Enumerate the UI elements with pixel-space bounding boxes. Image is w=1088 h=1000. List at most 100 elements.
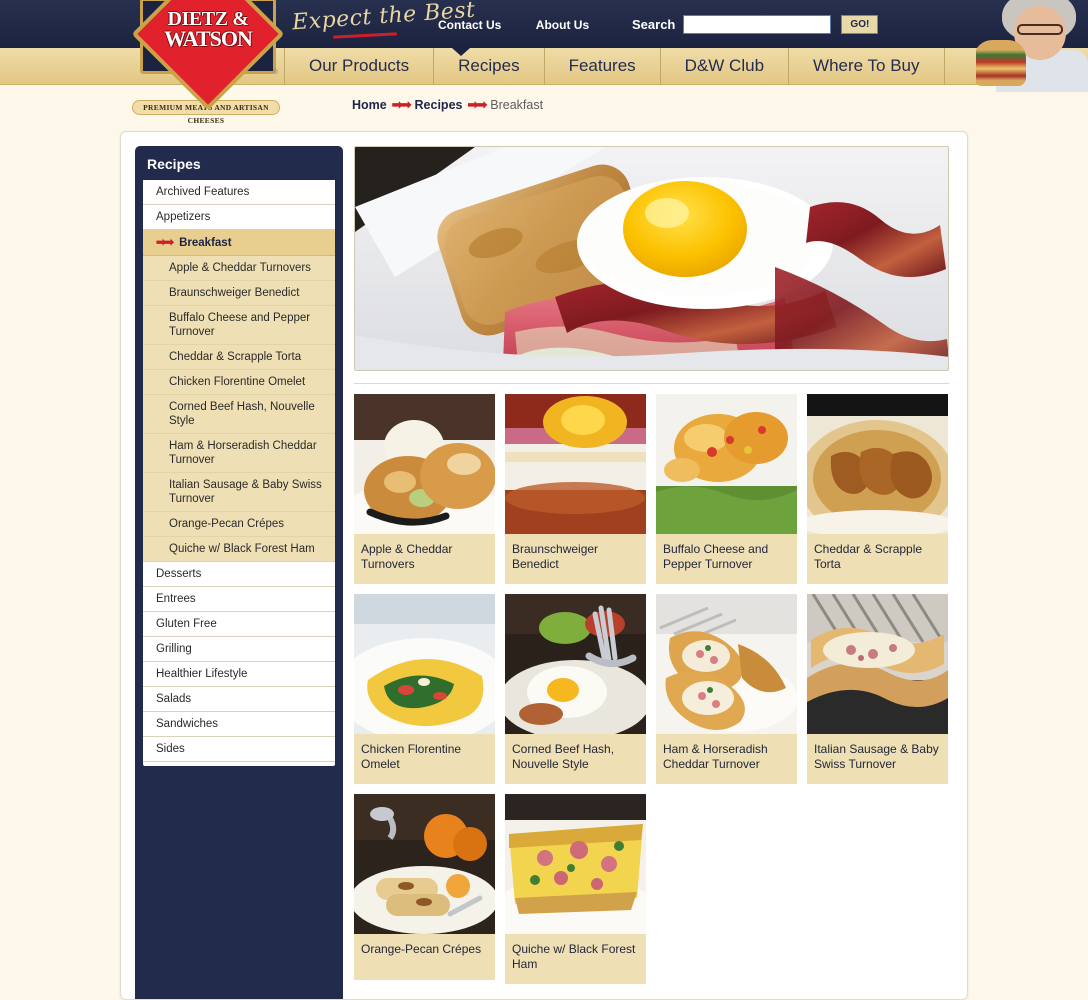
dietz-watson-logo[interactable]: DIETZ & WATSON ® <box>131 0 285 111</box>
tagline-underline-stroke <box>332 32 398 39</box>
nav-item-recipes[interactable]: Recipes <box>434 48 545 85</box>
recipe-card-title: Ham & Horseradish Cheddar Turnover <box>663 742 768 771</box>
main-column: Apple & Cheddar Turnovers Braunschweiger … <box>354 146 949 984</box>
recipe-card-title: Buffalo Cheese and Pepper Turnover <box>663 542 769 571</box>
sidebar-item-label: Salads <box>156 693 192 705</box>
recipe-thumbnail-chicken-florentine-omelet-with-spinach[interactable] <box>354 594 495 734</box>
sidebar-subitem-buffalo-cheese-and-pepper-turnover[interactable]: Buffalo Cheese and Pepper Turnover <box>143 306 335 345</box>
nav-item-our-products[interactable]: Our Products <box>284 48 435 85</box>
section-divider <box>354 383 949 384</box>
sidebar-item-label: Gluten Free <box>156 618 217 630</box>
active-tab-pointer-icon <box>452 48 470 56</box>
sidebar-item-breakfast[interactable]: ➡➡ Breakfast <box>143 230 335 256</box>
hero-image <box>354 146 949 371</box>
recipe-card-grid: Apple & Cheddar Turnovers Braunschweiger … <box>354 394 949 984</box>
registered-trademark-icon: ® <box>272 69 278 76</box>
nav-item-features[interactable]: Features <box>545 48 661 85</box>
nav-item-where-to-buy[interactable]: Where To Buy <box>789 48 945 85</box>
sidebar-item-label: Breakfast <box>179 237 232 249</box>
search-label: Search <box>632 17 676 32</box>
sidebar-item-archived-features[interactable]: Archived Features <box>143 180 335 205</box>
recipe-card-orange-pecan-cr-pes[interactable]: Orange-Pecan Crépes <box>354 794 495 980</box>
recipe-thumbnail-italian-sausage-baby-swiss-turnover[interactable] <box>807 594 948 734</box>
breadcrumb-current: Breakfast <box>490 98 544 112</box>
recipe-thumbnail-ham-horseradish-cheddar-turnovers[interactable] <box>656 594 797 734</box>
recipe-thumbnail-quiche-with-black-forest-ham-slice[interactable] <box>505 794 646 934</box>
sidebar-subitem-apple-cheddar-turnovers[interactable]: Apple & Cheddar Turnovers <box>143 256 335 281</box>
recipe-card-buffalo-cheese-and-pepper-turnover[interactable]: Buffalo Cheese and Pepper Turnover <box>656 394 797 584</box>
sidebar-subitem-orange-pecan-cr-pes[interactable]: Orange-Pecan Crépes <box>143 512 335 537</box>
sidebar-item-label: Appetizers <box>156 211 211 223</box>
sidebar-item-label: Entrees <box>156 593 196 605</box>
sidebar-item-grilling[interactable]: Grilling <box>143 637 335 662</box>
sidebar-subitem-ham-horseradish-cheddar-turnover[interactable]: Ham & Horseradish Cheddar Turnover <box>143 434 335 473</box>
spokeswoman-photo <box>976 0 1088 92</box>
recipe-card-braunschweiger-benedict[interactable]: Braunschweiger Benedict <box>505 394 646 584</box>
sidebar-title: Recipes <box>147 156 201 172</box>
recipe-card-title: Quiche w/ Black Forest Ham <box>512 942 636 971</box>
sidebar-item-label: Grilling <box>156 643 192 655</box>
nav-item-dw-club[interactable]: D&W Club <box>661 48 790 85</box>
sidebar-item-gluten-free[interactable]: Gluten Free <box>143 612 335 637</box>
sandwich-shape <box>976 40 1026 86</box>
active-arrow-icon: ➡➡ <box>156 235 174 249</box>
sidebar-nav-list: Archived Features Appetizers ➡➡ Breakfast Ap… <box>143 180 335 766</box>
recipe-card-quiche-w-black-forest-ham[interactable]: Quiche w/ Black Forest Ham <box>505 794 646 984</box>
sidebar-item-label: Sandwiches <box>156 718 219 730</box>
breadcrumb: Home ➡➡ Recipes ➡➡ Breakfast <box>352 97 543 113</box>
recipe-card-title: Apple & Cheddar Turnovers <box>361 542 453 571</box>
recipe-card-corned-beef-hash-nouvelle-style[interactable]: Corned Beef Hash, Nouvelle Style <box>505 594 646 784</box>
recipe-card-ham-horseradish-cheddar-turnover[interactable]: Ham & Horseradish Cheddar Turnover <box>656 594 797 784</box>
breadcrumb-arrow-icon-2: ➡➡ <box>467 97 487 112</box>
sidebar-item-entrees[interactable]: Entrees <box>143 587 335 612</box>
recipe-card-italian-sausage-baby-swiss-turnover[interactable]: Italian Sausage & Baby Swiss Turnover <box>807 594 948 784</box>
breadcrumb-home-link[interactable]: Home <box>352 98 387 112</box>
recipe-thumbnail-buffalo-cheese-pepper-turnovers-on-greens[interactable] <box>656 394 797 534</box>
search-go-button[interactable]: GO! <box>841 15 879 34</box>
sidebar-item-sandwiches[interactable]: Sandwiches <box>143 712 335 737</box>
eyeglasses-icon <box>1017 24 1063 35</box>
sidebar-subitem-braunschweiger-benedict[interactable]: Braunschweiger Benedict <box>143 281 335 306</box>
site-header: DIETZ & WATSON ® Expect the Best Contact… <box>0 0 1088 111</box>
sidebar-subitem-italian-sausage-baby-swiss-turnover[interactable]: Italian Sausage & Baby Swiss Turnover <box>143 473 335 512</box>
sidebar-item-sides[interactable]: Sides <box>143 737 335 762</box>
content-container: Recipes Archived Features Appetizers ➡➡ Bre… <box>120 131 968 1000</box>
sidebar-item-label: Healthier Lifestyle <box>156 668 248 680</box>
logo-wordmark: DIETZ & WATSON <box>132 9 284 51</box>
sidebar-item-desserts[interactable]: Desserts <box>143 562 335 587</box>
contact-us-link[interactable]: Contact Us <box>438 18 501 32</box>
top-links: Contact Us About Us <box>438 16 619 34</box>
breadcrumb-bar: Premium Meats and Artisan Cheeses Home ➡➡… <box>0 85 1088 129</box>
recipe-card-title: Braunschweiger Benedict <box>512 542 599 571</box>
recipe-card-title: Chicken Florentine Omelet <box>361 742 462 771</box>
recipe-card-title: Italian Sausage & Baby Swiss Turnover <box>814 742 939 771</box>
search-area: Search GO! <box>632 15 879 34</box>
recipe-card-title: Corned Beef Hash, Nouvelle Style <box>512 742 615 771</box>
sidebar-subitem-cheddar-scrapple-torta[interactable]: Cheddar & Scrapple Torta <box>143 345 335 370</box>
recipe-card-cheddar-scrapple-torta[interactable]: Cheddar & Scrapple Torta <box>807 394 948 584</box>
hero-image-graphic <box>355 147 948 370</box>
recipe-thumbnail-corned-beef-hash-with-poached-egg-and-fork[interactable] <box>505 594 646 734</box>
recipe-card-title: Orange-Pecan Crépes <box>361 942 482 956</box>
sidebar-subitem-corned-beef-hash-nouvelle-style[interactable]: Corned Beef Hash, Nouvelle Style <box>143 395 335 434</box>
search-input[interactable] <box>683 15 832 34</box>
sidebar-item-label: Sides <box>156 743 185 755</box>
breadcrumb-arrow-icon: ➡➡ <box>391 97 412 112</box>
recipe-thumbnail-orange-pecan-crepes-on-plate-with-oranges[interactable] <box>354 794 495 934</box>
sidebar-subitem-chicken-florentine-omelet[interactable]: Chicken Florentine Omelet <box>143 370 335 395</box>
sidebar-item-salads[interactable]: Salads <box>143 687 335 712</box>
recipe-card-apple-cheddar-turnovers[interactable]: Apple & Cheddar Turnovers <box>354 394 495 584</box>
sidebar-item-label: Archived Features <box>156 186 250 198</box>
sidebar-item-healthier-lifestyle[interactable]: Healthier Lifestyle <box>143 662 335 687</box>
recipe-card-chicken-florentine-omelet[interactable]: Chicken Florentine Omelet <box>354 594 495 784</box>
sidebar-subitem-quiche-w-black-forest-ham[interactable]: Quiche w/ Black Forest Ham <box>143 537 335 562</box>
sidebar-item-label: Desserts <box>156 568 202 580</box>
sidebar-item-appetizers[interactable]: Appetizers <box>143 205 335 230</box>
recipes-sidebar: Recipes Archived Features Appetizers ➡➡ Bre… <box>135 146 343 999</box>
about-us-link[interactable]: About Us <box>536 18 589 32</box>
breadcrumb-recipes-link[interactable]: Recipes <box>415 98 463 112</box>
recipe-thumbnail-braunschweiger-benedict-with-egg[interactable] <box>505 394 646 534</box>
logo-line-2: WATSON <box>164 26 253 51</box>
recipe-thumbnail-cheddar-scrapple-torta-pie[interactable] <box>807 394 948 534</box>
recipe-thumbnail-apple-cheddar-turnovers-with-ice-cream[interactable] <box>354 394 495 534</box>
